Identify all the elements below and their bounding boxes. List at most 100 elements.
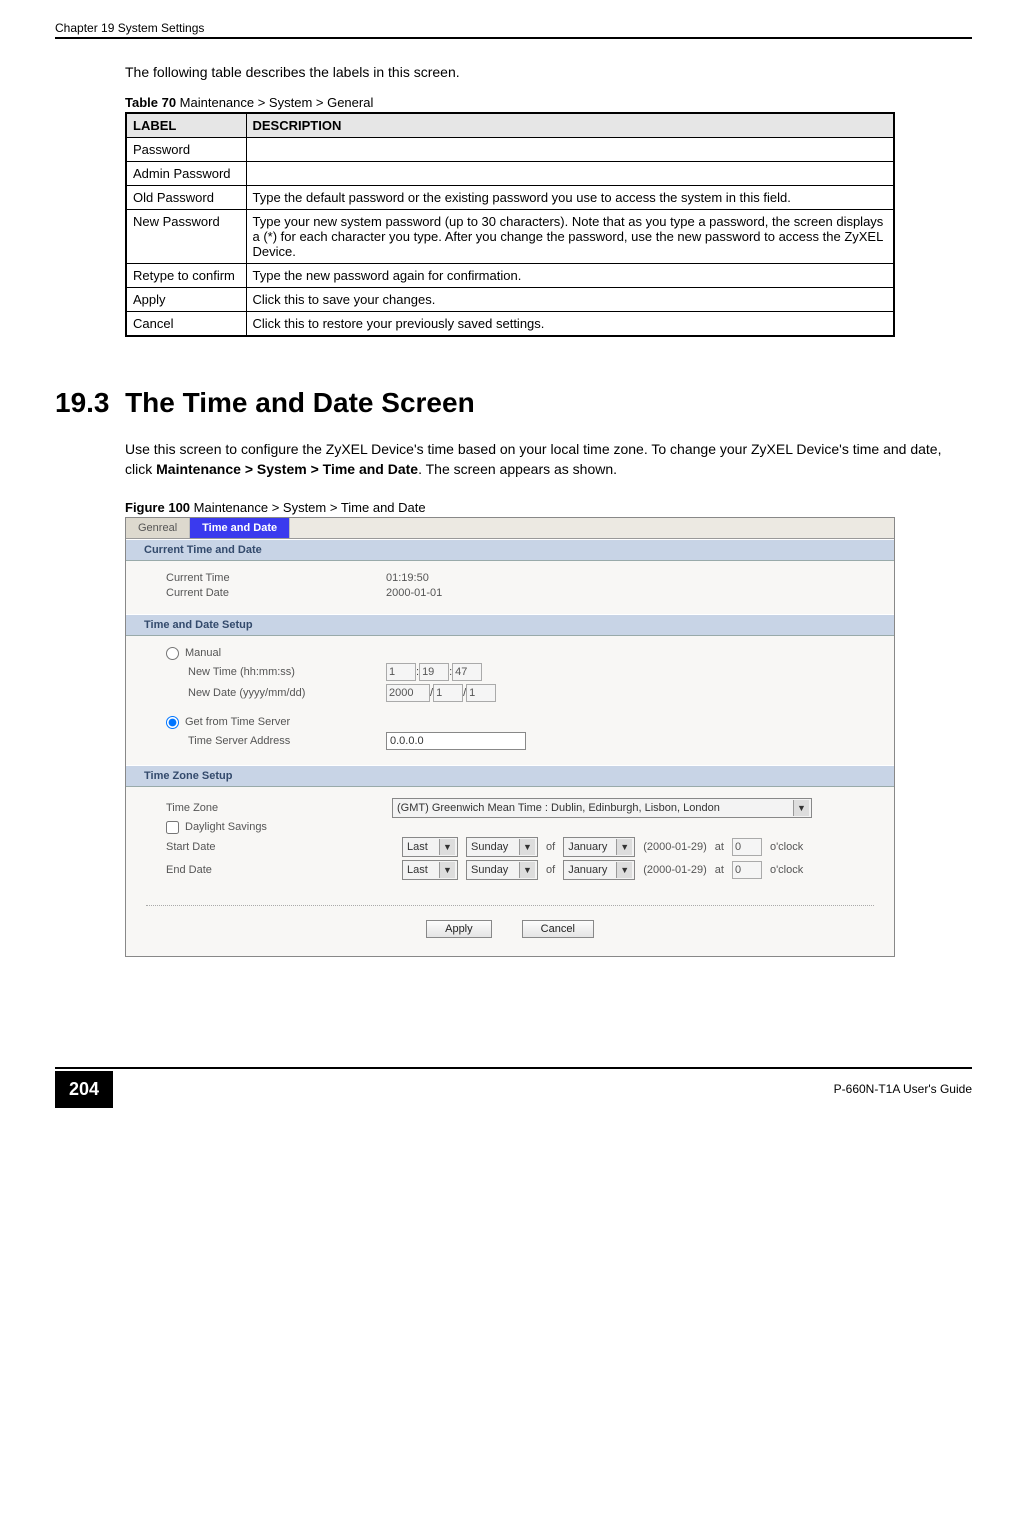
timezone-select[interactable]: (GMT) Greenwich Mean Time : Dublin, Edin… [392,798,812,818]
start-hour-input[interactable] [732,838,762,856]
para-bold: Maintenance > System > Time and Date [156,461,418,477]
chevron-down-icon: ▼ [616,862,632,878]
current-time-value: 01:19:50 [386,572,429,584]
chapter-header: Chapter 19 System Settings [55,21,204,35]
new-date-label: New Date (yyyy/mm/dd) [188,687,386,699]
chevron-down-icon: ▼ [793,800,809,816]
select-value: January [568,864,607,876]
select-value: Last [407,841,428,853]
select-value: Last [407,864,428,876]
table-row: Old Password Type the default password o… [126,186,894,210]
minute-input[interactable] [419,663,449,681]
label-cell: Apply [126,288,246,312]
table-header-description: DESCRIPTION [246,113,894,138]
start-month-select[interactable]: January ▼ [563,837,635,857]
chevron-down-icon: ▼ [439,839,455,855]
start-day-select[interactable]: Sunday ▼ [466,837,538,857]
month-input[interactable] [433,684,463,702]
timezone-value: (GMT) Greenwich Mean Time : Dublin, Edin… [397,802,720,814]
desc-cell: Click this to save your changes. [246,288,894,312]
daylight-savings-label: Daylight Savings [185,821,267,833]
select-value: Sunday [471,841,508,853]
section-paragraph: Use this screen to configure the ZyXEL D… [125,439,972,480]
chevron-down-icon: ▼ [616,839,632,855]
apply-button[interactable]: Apply [426,920,492,938]
end-day-select[interactable]: Sunday ▼ [466,860,538,880]
select-value: January [568,841,607,853]
panel-heading-current: Current Time and Date [126,539,894,561]
server-address-label: Time Server Address [188,735,386,747]
cancel-button[interactable]: Cancel [522,920,594,938]
end-week-select[interactable]: Last ▼ [402,860,458,880]
table-caption-text: Maintenance > System > General [176,95,373,110]
current-date-value: 2000-01-01 [386,587,442,599]
label-cell: New Password [126,210,246,264]
panel-heading-timezone: Time Zone Setup [126,765,894,787]
start-date-label: Start Date [166,841,286,853]
table-row: Cancel Click this to restore your previo… [126,312,894,337]
at-text: at [715,864,724,876]
page-number: 204 [55,1071,113,1108]
desc-cell [246,162,894,186]
intro-paragraph: The following table describes the labels… [125,64,972,80]
desc-cell: Type your new system password (up to 30 … [246,210,894,264]
label-cell: Admin Password [126,162,246,186]
day-input[interactable] [466,684,496,702]
timeserver-radio[interactable] [166,716,179,729]
server-address-input[interactable] [386,732,526,750]
end-date-paren: (2000-01-29) [643,864,707,876]
current-date-label: Current Date [166,587,386,599]
figure-caption-text: Maintenance > System > Time and Date [190,500,426,515]
description-table: LABEL DESCRIPTION Password Admin Passwor… [125,112,895,337]
label-cell: Cancel [126,312,246,337]
current-time-label: Current Time [166,572,386,584]
of-text: of [546,864,555,876]
figure-caption-number: Figure 100 [125,500,190,515]
chevron-down-icon: ▼ [439,862,455,878]
para-text: . The screen appears as shown. [418,461,617,477]
timezone-label: Time Zone [166,802,386,814]
at-text: at [715,841,724,853]
guide-name: P-660N-T1A User's Guide [834,1082,972,1096]
desc-cell: Type the new password again for confirma… [246,264,894,288]
of-text: of [546,841,555,853]
table-header-label: LABEL [126,113,246,138]
table-caption-number: Table 70 [125,95,176,110]
select-value: Sunday [471,864,508,876]
desc-cell [246,138,894,162]
section-number: 19.3 [55,387,110,418]
label-cell: Retype to confirm [126,264,246,288]
end-month-select[interactable]: January ▼ [563,860,635,880]
second-input[interactable] [452,663,482,681]
start-date-paren: (2000-01-29) [643,841,707,853]
desc-cell: Click this to restore your previously sa… [246,312,894,337]
start-week-select[interactable]: Last ▼ [402,837,458,857]
chevron-down-icon: ▼ [519,862,535,878]
daylight-savings-checkbox[interactable] [166,821,179,834]
oclock-text: o'clock [770,841,803,853]
table-row: Admin Password [126,162,894,186]
label-cell: Password [126,138,246,162]
end-date-label: End Date [166,864,286,876]
manual-label: Manual [185,647,221,659]
hour-input[interactable] [386,663,416,681]
section-title-text: The Time and Date Screen [125,387,475,418]
label-cell: Old Password [126,186,246,210]
tab-time-and-date[interactable]: Time and Date [190,518,290,538]
table-row: Password [126,138,894,162]
section-heading: 19.3 The Time and Date Screen [55,387,972,419]
panel-heading-setup: Time and Date Setup [126,614,894,636]
screenshot-figure: Genreal Time and Date Current Time and D… [125,517,895,957]
desc-cell: Type the default password or the existin… [246,186,894,210]
timeserver-label: Get from Time Server [185,716,290,728]
table-row: Apply Click this to save your changes. [126,288,894,312]
year-input[interactable] [386,684,430,702]
table-row: Retype to confirm Type the new password … [126,264,894,288]
end-hour-input[interactable] [732,861,762,879]
oclock-text: o'clock [770,864,803,876]
table-row: New Password Type your new system passwo… [126,210,894,264]
chevron-down-icon: ▼ [519,839,535,855]
manual-radio[interactable] [166,647,179,660]
new-time-label: New Time (hh:mm:ss) [188,666,386,678]
tab-general[interactable]: Genreal [126,518,190,538]
